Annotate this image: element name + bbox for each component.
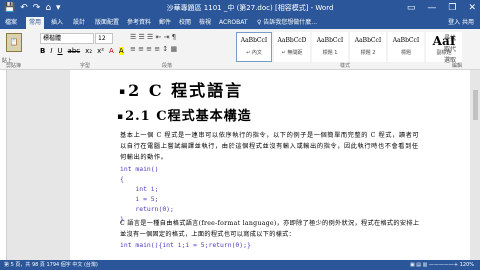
vertical-scrollbar[interactable] (471, 70, 480, 260)
vertical-ruler (0, 70, 7, 260)
style-normal[interactable]: AaBbCcI ↵ 內文 (236, 32, 272, 62)
style-sample: AaBbCcD (277, 37, 307, 44)
clipboard-group-label: 剪貼簿 (6, 63, 22, 69)
quick-access-toolbar: 💾 ↶ ↷ ⌂ ▾ (4, 2, 61, 15)
status-info: 第 5 頁，共 98 頁 1794 個字 中文 (台灣) (4, 262, 98, 268)
home-icon[interactable]: ⌂ (45, 2, 51, 15)
tab-file[interactable]: 檔案 (2, 17, 20, 29)
tab-references[interactable]: 參考資料 (124, 17, 154, 29)
bold-button[interactable]: B (40, 47, 45, 55)
style-sample: AaBbCcI (316, 37, 344, 44)
heading-2-text: 2.1 C程式基本構造 (125, 109, 252, 124)
title-bar: 💾 ↶ ↷ ⌂ ▾ 沙華專題區 1101 _中 (第27.doc) [相容模式]… (0, 0, 480, 17)
styles-group-label: 樣式 (340, 63, 351, 69)
ribbon-home: 📋 貼上 剪貼簿 標楷體 12 B I U abc x₂ x² A A 字型 ☰… (0, 29, 480, 70)
paragraph-group: ☰ ☰ ☰ ⇤ ⇥ ¶ ≡ ≡ ≡ ≡ ↕ ▦ (130, 33, 210, 63)
font-size-dropdown[interactable]: 12 (95, 33, 113, 44)
tab-home[interactable]: 常用 (26, 17, 45, 29)
font-group-label: 字型 (80, 63, 91, 69)
styles-gallery: AaBbCcI ↵ 內文 AaBbCcD ↵ 無間距 AaBbCcI 標題 1 … (236, 32, 464, 62)
style-sample: AaBbCcI (392, 37, 420, 44)
style-name: 標題 2 (360, 50, 376, 56)
tab-mailings[interactable]: 郵件 (156, 17, 174, 29)
superscript-button[interactable]: x² (97, 47, 104, 55)
paragraph-row-1[interactable]: ☰ ☰ ☰ ⇤ ⇥ ¶ (130, 33, 210, 41)
strikethrough-button[interactable]: abc (68, 47, 81, 55)
document-page[interactable]: ▪2 C 程式語言 ▪2.1 C程式基本構造 基本上一個 C 程式是一連串可以依… (70, 70, 470, 260)
body-paragraph-2: C 語言是一種自由格式語言(free-format language)，亦即除了… (120, 220, 420, 238)
scrollbar-thumb[interactable] (473, 90, 478, 120)
minimize-icon[interactable]: — (427, 1, 436, 15)
sign-in-share[interactable]: 登入 共用 (448, 17, 474, 29)
paragraph-row-2[interactable]: ≡ ≡ ≡ ≡ ↕ ▦ (130, 45, 210, 53)
editing-group-label: 編輯 (452, 63, 463, 69)
redo-icon[interactable]: ↷ (33, 2, 41, 15)
style-title[interactable]: AaBbCcI 標題 (388, 32, 424, 62)
tab-acrobat[interactable]: ACROBAT (216, 17, 251, 29)
heading-1-text: 2 C 程式語言 (128, 81, 244, 100)
paragraph-mark-icon: ▪ (119, 86, 128, 97)
style-heading-2[interactable]: AaBbCcI 標題 2 (350, 32, 386, 62)
code-block-1: int main() { int i; i = 5; return(0); } (120, 165, 174, 223)
body-paragraph-1: 基本上一個 C 程式是一連串可以依序執行的指令，以下的例子是一個簡單而完整的 C… (120, 132, 420, 161)
save-icon[interactable]: 💾 (4, 2, 15, 15)
underline-button[interactable]: U (57, 47, 62, 55)
tab-review[interactable]: 校閱 (176, 17, 194, 29)
font-name-dropdown[interactable]: 標楷體 (40, 33, 94, 44)
customize-qat-icon[interactable]: ▾ (56, 2, 61, 15)
style-name: 標題 (400, 50, 411, 56)
tab-design[interactable]: 設計 (70, 17, 88, 29)
paragraph-group-label: 段落 (162, 63, 173, 69)
heading-2: ▪2.1 C程式基本構造 (117, 105, 252, 124)
tell-me-search[interactable]: ♀ 告訴我您想做什麼... (257, 17, 317, 29)
subscript-button[interactable]: x₂ (85, 47, 92, 55)
paste-button[interactable]: 📋 (6, 33, 22, 52)
code-block-2: int main(){int i;i = 5;return(0);} (120, 241, 251, 249)
undo-icon[interactable]: ↶ (20, 2, 28, 15)
tab-view[interactable]: 檢視 (196, 17, 214, 29)
italic-button[interactable]: I (50, 47, 52, 55)
view-zoom-controls[interactable]: ▣ ▤ ▥ —————+ 120% (410, 260, 474, 270)
style-name: ↵ 內文 (246, 50, 262, 56)
tab-layout[interactable]: 版面配置 (92, 17, 122, 29)
heading-1: ▪2 C 程式語言 (119, 77, 243, 101)
style-name: ↵ 無間距 (281, 50, 303, 56)
restore-icon[interactable]: ❐ (448, 1, 456, 15)
ribbon-tabs: 檔案 常用 插入 設計 版面配置 參考資料 郵件 校閱 檢視 ACROBAT ♀… (0, 17, 480, 29)
style-sample: AaBbCcI (240, 37, 268, 44)
style-no-spacing[interactable]: AaBbCcD ↵ 無間距 (274, 32, 310, 62)
window-title: 沙華專題區 1101 _中 (第27.doc) [相容模式] - Word (166, 4, 334, 12)
ribbon-display-icon[interactable]: ▭ (407, 1, 416, 15)
window-controls: ▭ — ❐ ✕ (407, 1, 476, 15)
font-color-button[interactable]: A (109, 47, 114, 55)
format-buttons: B I U abc x₂ x² A A (40, 47, 124, 55)
close-icon[interactable]: ✕ (468, 1, 476, 15)
style-heading-1[interactable]: AaBbCcI 標題 1 (312, 32, 348, 62)
style-name: 標題 1 (322, 50, 338, 56)
find-button[interactable]: 尋找 (444, 33, 456, 44)
paragraph-mark-icon: ▪ (117, 111, 125, 122)
tab-insert[interactable]: 插入 (48, 17, 66, 29)
style-sample: AaBbCcI (354, 37, 382, 44)
replace-button[interactable]: 取代 (444, 44, 456, 55)
status-bar: 第 5 頁，共 98 頁 1794 個字 中文 (台灣) ▣ ▤ ▥ —————… (0, 260, 480, 270)
highlight-button[interactable]: A (118, 47, 124, 55)
